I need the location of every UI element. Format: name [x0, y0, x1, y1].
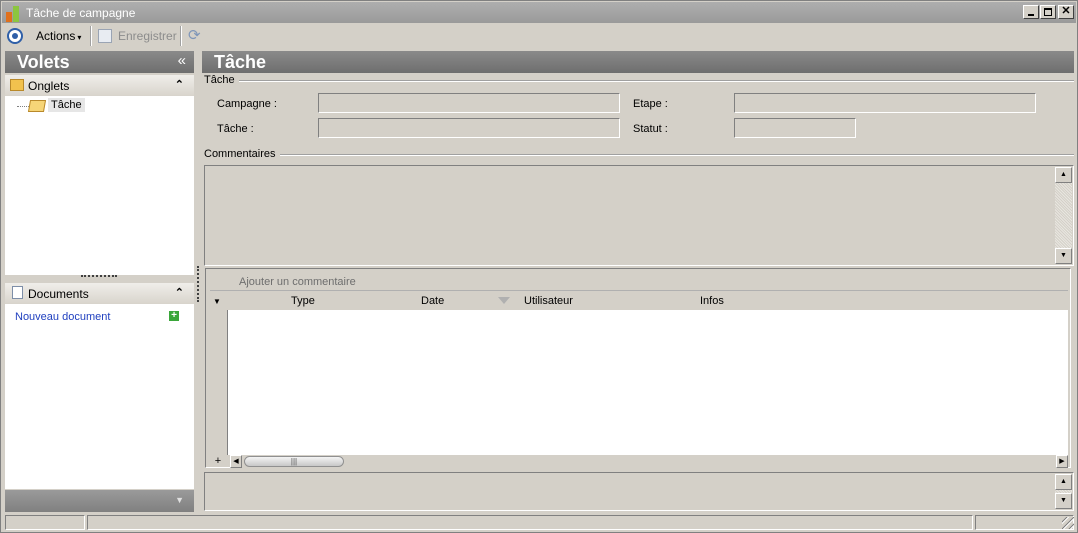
toolbar-separator — [90, 26, 92, 46]
save-button[interactable]: Enregistrer — [118, 29, 177, 43]
open-folder-icon — [27, 100, 47, 112]
scroll-down-icon[interactable]: ▼ — [1055, 248, 1072, 264]
maximize-button[interactable] — [1040, 5, 1056, 19]
collapse-group-icon[interactable]: ⌃ — [175, 286, 184, 299]
app-menu-icon[interactable] — [7, 28, 23, 44]
group-label-documents: Documents — [28, 287, 89, 301]
tree-item-task[interactable]: Tâche — [48, 98, 85, 112]
section-label-task: Tâche — [204, 74, 239, 86]
task-input[interactable] — [319, 119, 619, 137]
column-header-info[interactable]: Infos — [700, 295, 724, 307]
actions-menu-button[interactable]: Actions ▾ — [36, 29, 81, 43]
resize-grip-icon[interactable] — [1062, 517, 1074, 529]
scroll-thumb[interactable]: ||| — [244, 456, 344, 467]
status-cell — [87, 515, 973, 530]
section-label-comments: Commentaires — [204, 148, 280, 160]
campaign-input[interactable] — [319, 94, 619, 112]
save-icon — [98, 29, 112, 43]
step-label: Etape : — [633, 98, 668, 110]
new-document-link[interactable]: Nouveau document — [15, 311, 110, 323]
add-icon[interactable]: + — [169, 311, 179, 321]
row-selector-column — [210, 310, 228, 455]
task-label: Tâche : — [217, 123, 254, 135]
campaign-field[interactable] — [318, 93, 620, 113]
grid-options-icon[interactable]: ▼ — [213, 297, 221, 306]
column-header-type[interactable]: Type — [291, 295, 315, 307]
add-comment-button[interactable]: Ajouter un commentaire — [239, 276, 356, 288]
step-input[interactable] — [735, 94, 1035, 112]
section-divider — [234, 80, 1074, 82]
title-bar[interactable]: Tâche de campagne ✕ — [2, 2, 1076, 23]
status-input[interactable] — [735, 119, 855, 137]
scroll-up-icon[interactable]: ▲ — [1055, 474, 1072, 490]
actions-label: Actions — [36, 29, 76, 43]
status-bar — [2, 514, 1076, 531]
campaign-label: Campagne : — [217, 98, 277, 110]
scroll-up-icon[interactable]: ▲ — [1055, 167, 1072, 183]
panes-footer[interactable]: ▼ — [5, 490, 194, 512]
refresh-icon[interactable]: ⟳ — [188, 28, 204, 44]
panes-title: Volets — [17, 52, 70, 72]
app-logo-icon — [6, 6, 22, 22]
pane-splitter-handle[interactable] — [81, 275, 117, 279]
main-window: Tâche de campagne ✕ Actions ▾ Enregistrer… — [0, 0, 1078, 533]
comments-grid: Ajouter un commentaire ▼ Type Date Utili… — [205, 268, 1071, 468]
horizontal-scrollbar[interactable]: ◀ ||| ▶ — [230, 455, 1068, 468]
window-title: Tâche de campagne — [26, 6, 136, 20]
collapse-panes-icon[interactable]: « — [178, 52, 186, 70]
sort-descending-icon — [498, 297, 510, 304]
grid-toolbar: Ajouter un commentaire — [210, 271, 1068, 291]
chevron-down-icon: ▼ — [175, 495, 184, 505]
page-title: Tâche — [214, 52, 267, 72]
status-field[interactable] — [734, 118, 856, 138]
panes-header: Volets « — [5, 51, 194, 73]
group-header-tabs[interactable]: Onglets ⌃ — [5, 75, 194, 96]
vertical-splitter-handle[interactable] — [197, 266, 199, 302]
section-divider — [273, 154, 1074, 156]
detail-textarea[interactable]: ▲ ▼ — [204, 472, 1074, 511]
comments-textarea[interactable]: ▲ ▼ — [204, 165, 1074, 266]
document-icon — [12, 286, 23, 299]
toolbar-separator — [180, 26, 182, 46]
scroll-left-icon[interactable]: ◀ — [230, 455, 242, 468]
vertical-scrollbar[interactable]: ▲ ▼ — [1055, 474, 1072, 509]
tree-connector — [17, 106, 29, 107]
task-field[interactable] — [318, 118, 620, 138]
collapse-group-icon[interactable]: ⌃ — [175, 78, 184, 91]
expand-all-icon[interactable]: + — [210, 455, 226, 468]
column-header-date[interactable]: Date — [421, 295, 444, 307]
step-field[interactable] — [734, 93, 1036, 113]
status-cell — [975, 515, 1074, 530]
vertical-scrollbar[interactable]: ▲ ▼ — [1055, 167, 1072, 264]
close-button[interactable]: ✕ — [1058, 5, 1074, 19]
scroll-down-icon[interactable]: ▼ — [1055, 493, 1072, 509]
grid-header: ▼ Type Date Utilisateur Infos — [210, 292, 1068, 310]
status-cell — [5, 515, 85, 530]
toolbar: Actions ▾ Enregistrer ⟳ — [2, 24, 1076, 48]
column-header-user[interactable]: Utilisateur — [524, 295, 573, 307]
content-header: Tâche — [202, 51, 1074, 73]
grid-body[interactable] — [210, 310, 1068, 455]
scroll-right-icon[interactable]: ▶ — [1056, 455, 1068, 468]
documents-panel: Nouveau document + — [5, 304, 194, 489]
group-header-documents[interactable]: Documents ⌃ — [5, 283, 194, 304]
group-label-tabs: Onglets — [28, 79, 70, 93]
folder-icon — [10, 79, 24, 91]
status-label: Statut : — [633, 123, 668, 135]
tabs-tree: Tâche — [5, 96, 194, 275]
chevron-down-icon: ▾ — [77, 33, 82, 42]
minimize-button[interactable] — [1023, 5, 1039, 19]
